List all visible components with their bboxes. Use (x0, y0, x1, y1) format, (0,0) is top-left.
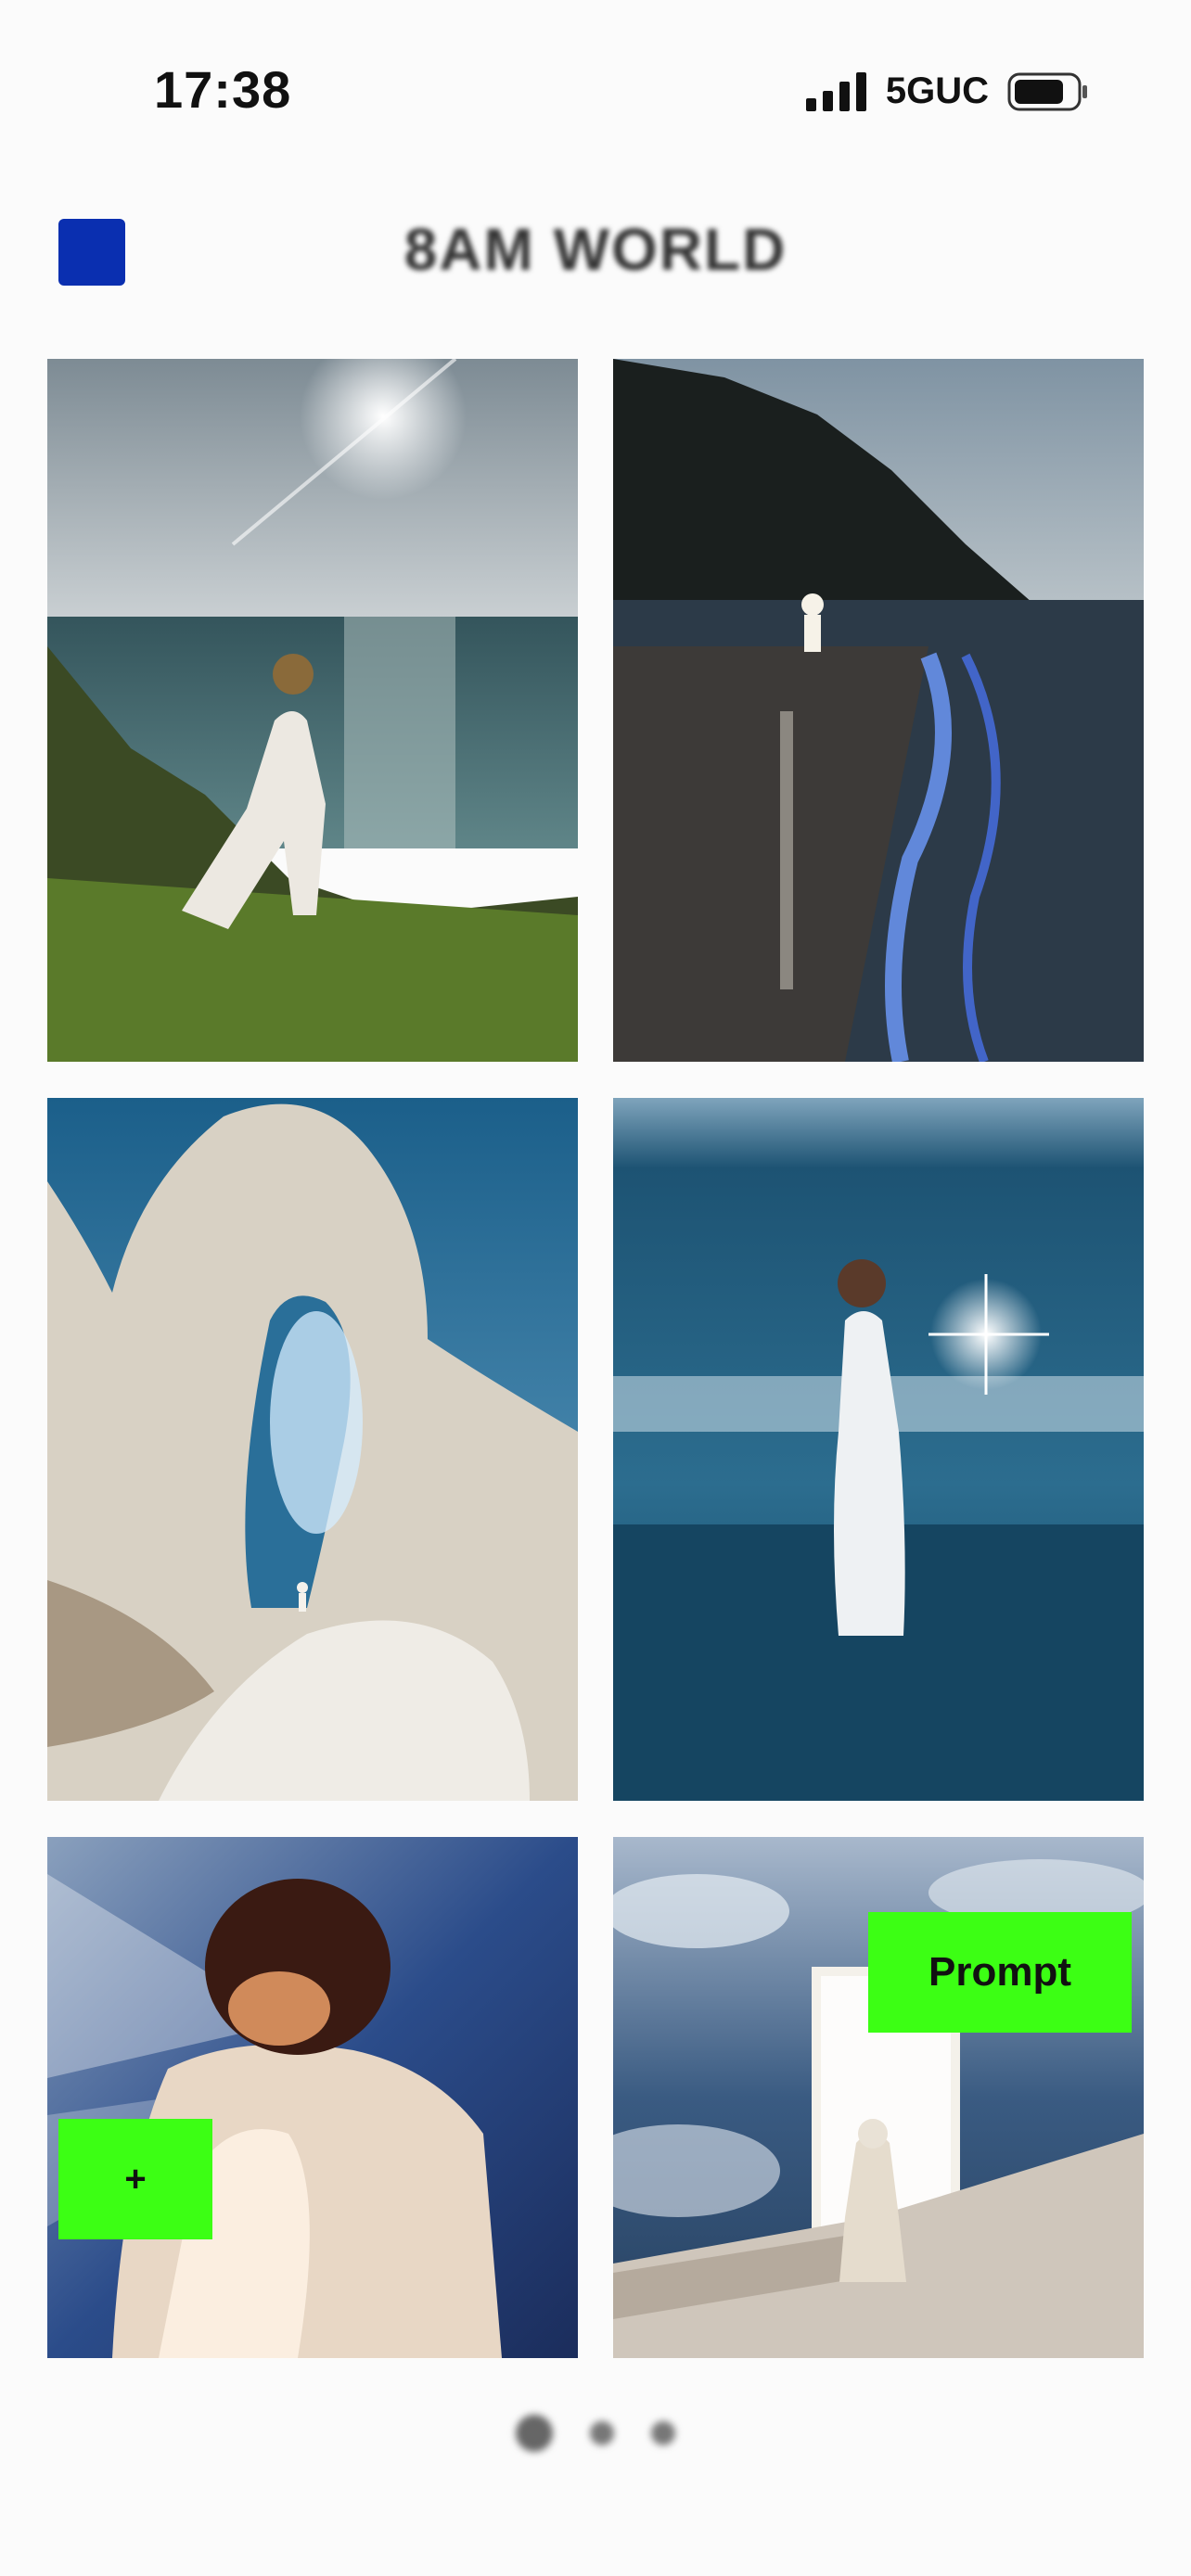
status-time: 17:38 (154, 60, 292, 119)
gallery-image-4[interactable] (613, 1098, 1144, 1801)
gallery-image-5[interactable] (47, 1837, 578, 2358)
gallery-image-1[interactable] (47, 359, 578, 1062)
screen: 17:38 5GUC 8AM WORLD + Prompt (0, 0, 1191, 2576)
network-type: 5GUC (885, 70, 989, 111)
gallery-image-2[interactable] (613, 359, 1144, 1062)
status-icons: 5GUC (805, 70, 1089, 112)
page-indicator (0, 2415, 1191, 2452)
cellular-signal-icon (805, 71, 866, 111)
add-button[interactable]: + (58, 2119, 212, 2239)
page-dot-2[interactable] (590, 2421, 614, 2445)
gallery-image-3[interactable] (47, 1098, 578, 1801)
page-dot-3[interactable] (651, 2421, 675, 2445)
prompt-button[interactable]: Prompt (868, 1912, 1132, 2033)
app-title: 8AM WORLD (403, 216, 788, 283)
battery-icon (1007, 72, 1087, 110)
page-dot-1[interactable] (516, 2415, 553, 2452)
